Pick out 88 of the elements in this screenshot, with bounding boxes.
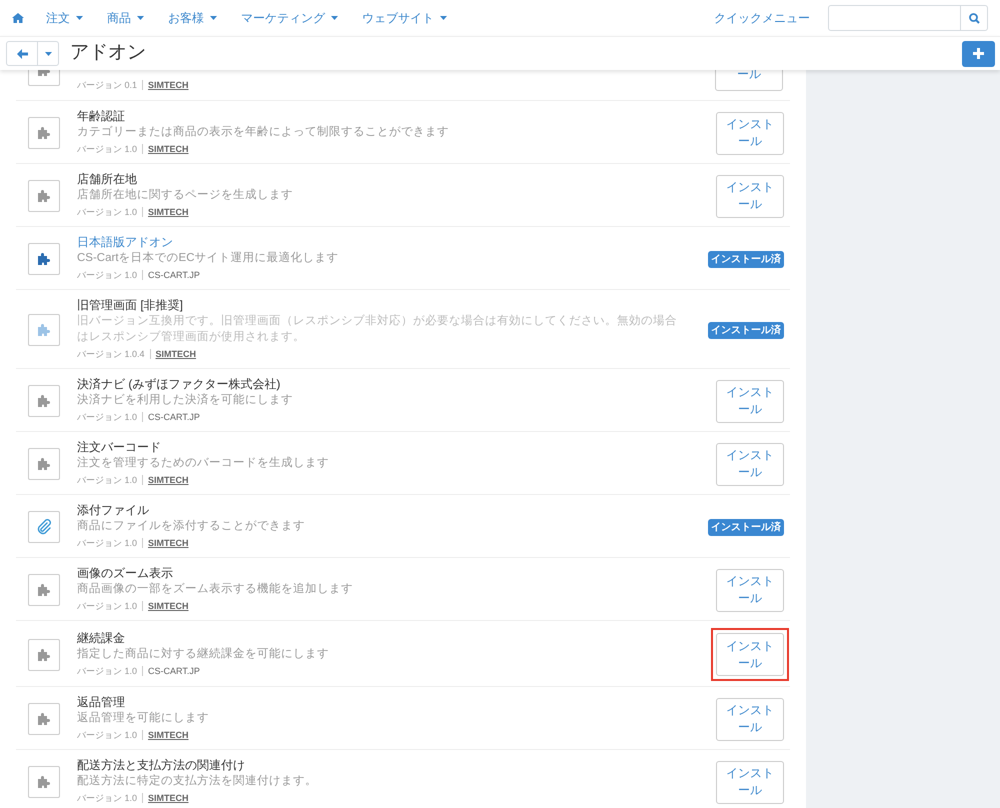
puzzle-icon xyxy=(37,648,51,662)
puzzle-icon xyxy=(37,323,51,337)
addon-title: 返品管理 xyxy=(77,694,126,710)
addon-version: バージョン 1.0 xyxy=(77,411,138,424)
addon-description: CS-Cartを日本でのECサイト運用に最適化します xyxy=(77,250,340,266)
addon-description: 商品にファイルを添付することができます xyxy=(77,518,306,534)
nav-menu-item[interactable]: 商品 xyxy=(107,9,144,27)
puzzle-icon xyxy=(37,583,51,597)
addon-description: カテゴリーまたは商品の表示を年齢によって制限することができます xyxy=(77,124,450,140)
author-link[interactable]: SIMTECH xyxy=(148,534,189,552)
addon-description: 商品画像の一部をズーム表示する機能を追加します xyxy=(77,581,354,597)
addon-title: 注文バーコード xyxy=(77,439,162,455)
addon-description: 注文を管理するためのバーコードを生成します xyxy=(77,455,330,471)
addon-description: 店舗所在地に関するページを生成します xyxy=(77,187,294,203)
search-icon xyxy=(968,12,980,24)
back-arrow-icon xyxy=(16,48,28,58)
installed-badge: インストール済 xyxy=(708,322,784,338)
addon-version: バージョン 1.0 xyxy=(77,792,138,805)
page-title: アドオン xyxy=(70,41,147,66)
install-button[interactable]: インストール xyxy=(716,633,784,676)
addon-title: 決済ナビ (みずほファクター株式会社) xyxy=(77,376,282,392)
home-icon[interactable] xyxy=(12,13,24,23)
install-button[interactable]: インストール xyxy=(716,174,784,218)
author-link[interactable]: SIMTECH xyxy=(148,203,189,221)
puzzle-icon xyxy=(37,457,51,471)
addon-version: バージョン 0.1 xyxy=(77,79,138,92)
caret-icon xyxy=(331,16,338,20)
puzzle-icon xyxy=(37,252,51,266)
install-button[interactable]: インストール xyxy=(716,380,784,422)
plus-icon xyxy=(973,48,984,59)
caret-icon xyxy=(76,16,83,20)
add-button[interactable] xyxy=(962,40,995,66)
author-link[interactable]: SIMTECH xyxy=(148,140,189,158)
addon-description: 決済ナビを利用した決済を可能にします xyxy=(77,392,294,408)
install-button[interactable]: インストール xyxy=(716,760,784,804)
puzzle-icon xyxy=(37,394,51,408)
caret-icon xyxy=(44,52,52,56)
addon-version: バージョン 1.0 xyxy=(77,206,138,219)
addon-version: バージョン 1.0 xyxy=(77,664,138,678)
author-link[interactable]: SIMTECH xyxy=(148,726,189,744)
addon-title-link[interactable]: 日本語版アドオン xyxy=(77,234,686,250)
caret-icon xyxy=(137,16,144,20)
addon-version: バージョン 1.0.4 xyxy=(77,348,145,361)
addon-version: バージョン 1.0 xyxy=(77,474,138,487)
addon-description: 旧バージョン互換用です。旧管理画面（レスポンシブ非対応）が必要な場合は有効にしてください。無効の場合はレスポンシブ管理画面が使用されます。 xyxy=(77,313,678,345)
puzzle-icon xyxy=(37,126,51,140)
author-link[interactable]: SIMTECH xyxy=(148,76,189,94)
addon-author: CS-CART.JP xyxy=(148,411,200,424)
author-link[interactable]: SIMTECH xyxy=(148,597,189,615)
addon-description: 指定した商品に対する継続課金を可能にします xyxy=(77,646,330,662)
addon-title: 添付ファイル xyxy=(77,502,150,518)
addon-title: 旧管理画面 [非推奨] xyxy=(77,297,184,313)
addon-description: 返品管理を可能にします xyxy=(77,710,210,726)
author-link[interactable]: SIMTECH xyxy=(156,345,196,363)
install-button[interactable]: インストール xyxy=(716,568,784,612)
addon-title: 配送方法と支払方法の関連付け xyxy=(77,757,246,773)
installed-badge: インストール済 xyxy=(708,518,784,536)
quick-menu-link[interactable]: クイックメニュー xyxy=(714,9,810,27)
addon-author: CS-CART.JP xyxy=(148,664,200,678)
addon-author: CS-CART.JP xyxy=(148,269,200,282)
nav-menu-item[interactable]: マーケティング xyxy=(241,9,338,27)
install-button[interactable]: インストール xyxy=(716,698,784,740)
addon-title: 画像のズーム表示 xyxy=(77,565,174,581)
nav-menu-item[interactable]: 注文 xyxy=(46,9,83,27)
addon-version: バージョン 1.0 xyxy=(77,537,138,550)
nav-menu-item[interactable]: ウェブサイト xyxy=(362,9,447,27)
addon-title: 継続課金 xyxy=(77,630,126,646)
addon-version: バージョン 1.0 xyxy=(77,269,138,282)
caret-icon xyxy=(210,16,217,20)
install-button[interactable]: ール xyxy=(715,70,783,91)
puzzle-icon xyxy=(37,712,51,726)
addon-title: 年齢認証 xyxy=(77,108,126,124)
install-button[interactable]: インストール xyxy=(716,442,784,486)
addon-title: 店舗所在地 xyxy=(77,171,138,187)
addon-version: バージョン 1.0 xyxy=(77,729,138,742)
installed-badge: インストール済 xyxy=(708,250,784,268)
puzzle-icon xyxy=(37,189,51,203)
addon-version: バージョン 1.0 xyxy=(77,600,138,613)
addon-description: 配送方法に特定の支払方法を関連付けます。 xyxy=(77,773,318,789)
author-link[interactable]: SIMTECH xyxy=(148,789,189,807)
caret-icon xyxy=(440,16,447,20)
search-field[interactable] xyxy=(828,5,988,31)
addon-version: バージョン 1.0 xyxy=(77,143,138,156)
install-button[interactable]: インストール xyxy=(716,112,784,154)
puzzle-icon xyxy=(37,775,51,789)
nav-menu-item[interactable]: お客様 xyxy=(168,9,217,27)
paperclip-icon xyxy=(35,518,53,536)
author-link[interactable]: SIMTECH xyxy=(148,471,189,489)
